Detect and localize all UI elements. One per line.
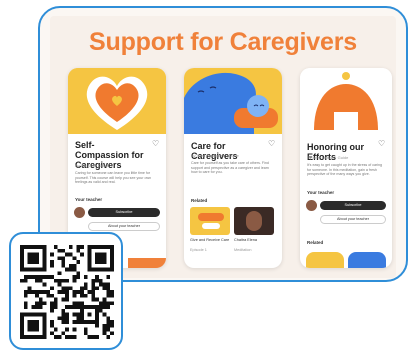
card-description: Caring for someone can leave you little … [75, 171, 152, 185]
related-sub-2: Meditation [234, 248, 252, 252]
heart-outline-icon[interactable]: ♡ [268, 139, 275, 148]
card-hero-image [68, 68, 166, 134]
teacher-avatar [74, 207, 85, 218]
card-meta: By Sara Rodriguez · Guide [191, 153, 239, 158]
about-teacher-button[interactable]: About your teacher [88, 222, 160, 231]
card-hero-image [300, 68, 392, 134]
card-meta: By Amy Nelson · Guide [307, 155, 349, 160]
teacher-avatar [306, 200, 317, 211]
heart-outline-icon[interactable]: ♡ [378, 139, 385, 148]
related-thumb-b[interactable] [348, 252, 386, 268]
related-label: Related [307, 240, 324, 245]
subscribe-button[interactable]: Subscribe [88, 208, 160, 217]
related-thumb-1[interactable] [190, 207, 230, 235]
related-label: Related [191, 198, 208, 203]
teacher-label: Your teacher [307, 190, 335, 195]
about-teacher-button[interactable]: About your teacher [320, 215, 386, 224]
heart-illustration [68, 68, 166, 134]
course-card-honoring-efforts[interactable]: Honoring our Efforts ♡ By Amy Nelson · G… [300, 68, 392, 268]
teacher-label: Your teacher [75, 197, 103, 202]
card-bottom-strip [128, 258, 166, 268]
related-sub-1: Episode 1 [190, 248, 207, 252]
related-thumb-2[interactable] [234, 207, 274, 235]
related-caption-2: Chaitra Elena [234, 238, 258, 242]
qr-code-icon [20, 245, 114, 339]
headline: Support for Caregivers [89, 28, 357, 56]
blue-figure-illustration [184, 68, 282, 134]
card-hero-image [184, 68, 282, 134]
card-description: It's easy to get caught up in the stress… [307, 163, 382, 177]
card-meta: By Sal Kim · Guide [75, 163, 109, 168]
sunrise-illustration [300, 68, 392, 134]
course-card-care-for-caregivers[interactable]: Care for Caregivers ♡ By Sara Rodriguez … [184, 68, 282, 268]
qr-code-card[interactable] [9, 232, 123, 350]
subscribe-button[interactable]: Subscribe [320, 201, 386, 210]
related-thumb-a[interactable] [306, 252, 344, 268]
card-title: Care for Caregivers [191, 141, 238, 161]
related-caption-1: Give and Receive Care [190, 238, 230, 242]
card-description: Care for yourself as you take care of ot… [191, 161, 269, 175]
heart-outline-icon[interactable]: ♡ [152, 139, 159, 148]
